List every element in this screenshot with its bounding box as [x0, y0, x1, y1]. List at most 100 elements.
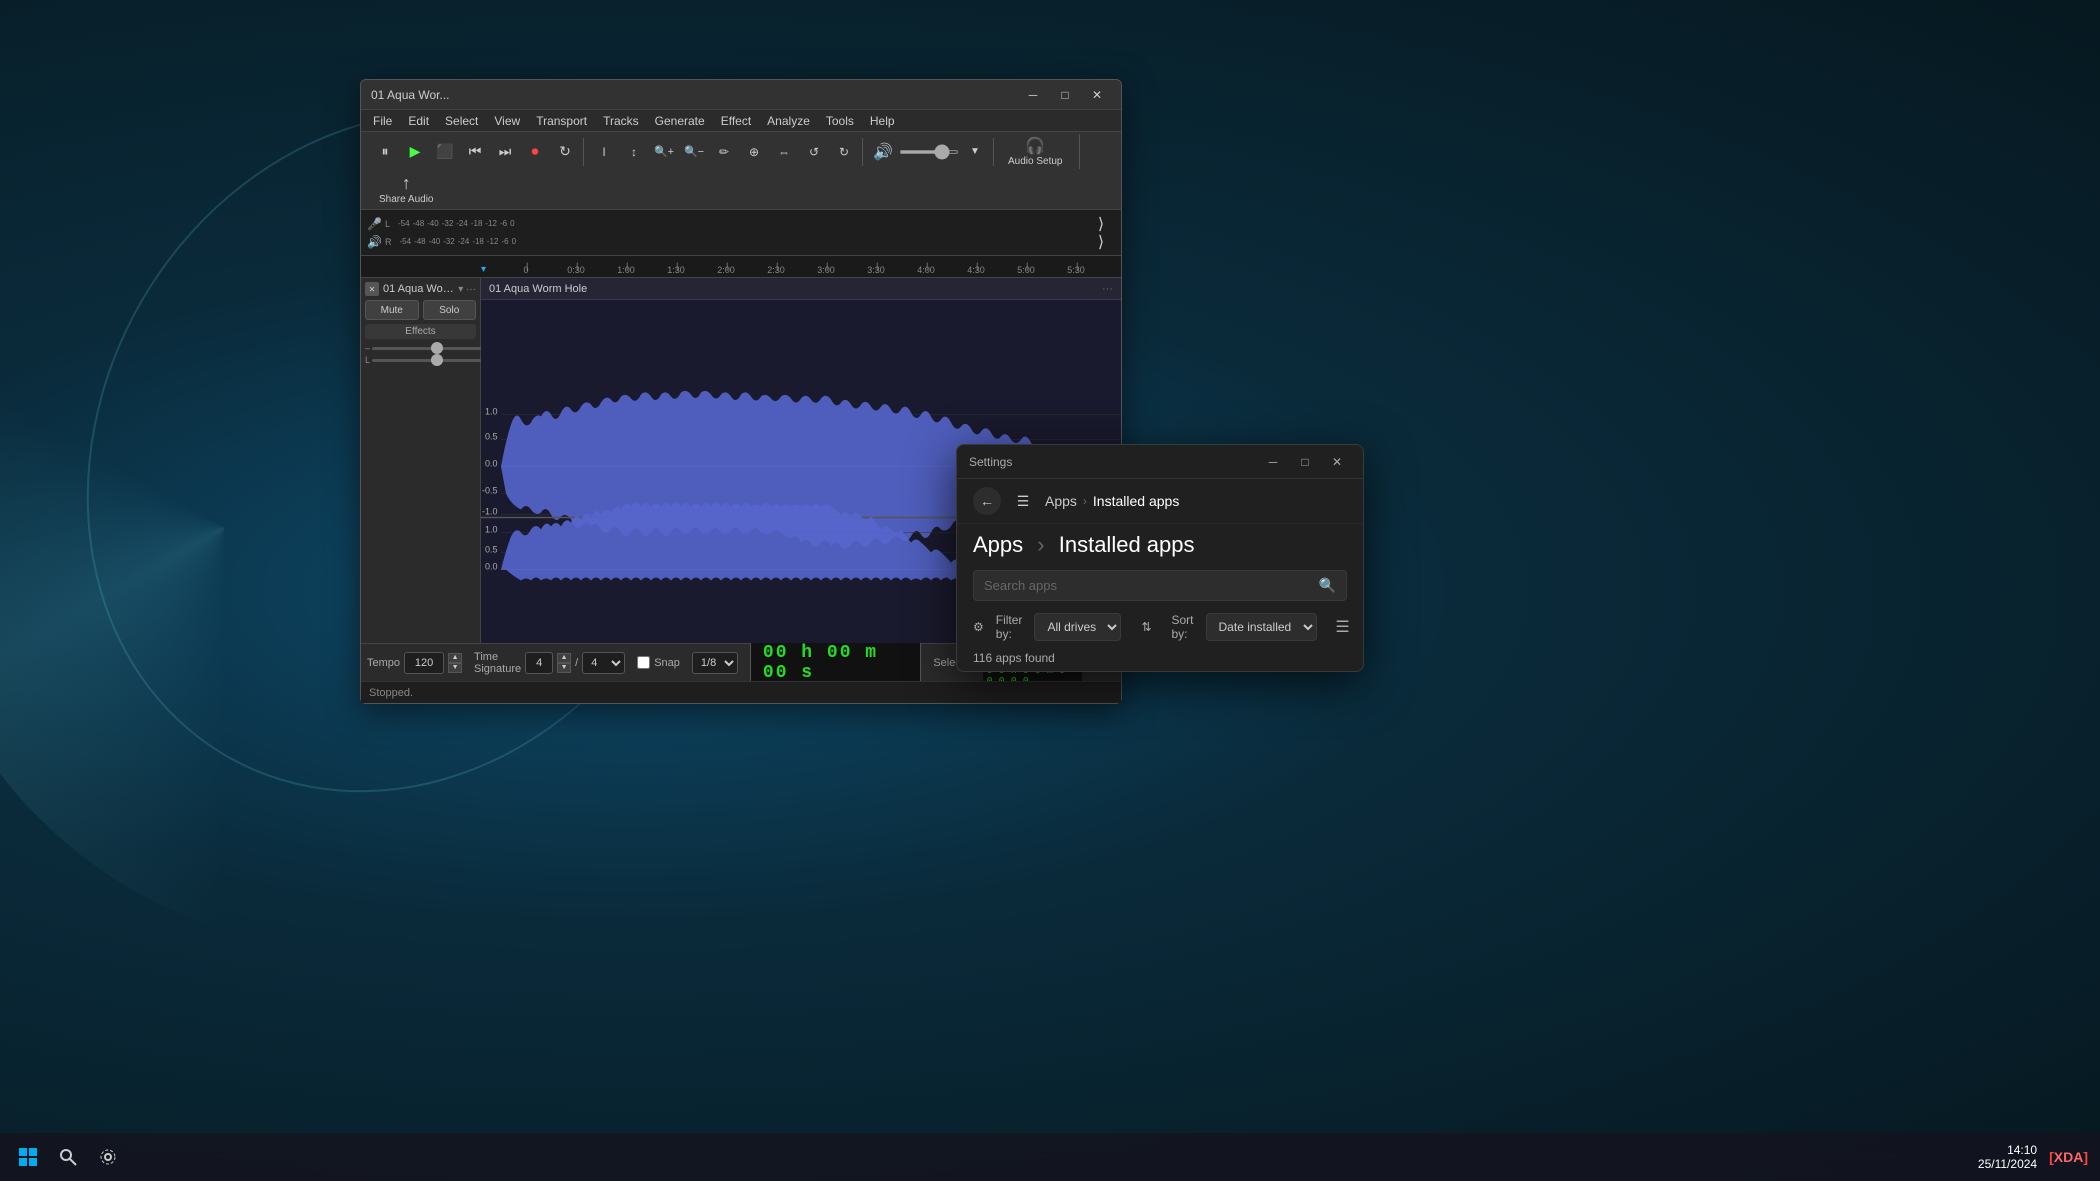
settings-page-title: Apps › Installed apps	[973, 532, 1347, 558]
menu-file[interactable]: File	[365, 112, 400, 130]
track-header: ✕ 01 Aqua Wor... ▾ ···	[365, 282, 476, 296]
window-controls: ─ □ ✕	[1019, 85, 1111, 105]
gain-label: –	[365, 343, 370, 353]
search-input[interactable]	[984, 578, 1319, 593]
breadcrumb-parent[interactable]: Apps	[1045, 493, 1077, 509]
mute-button[interactable]: Mute	[365, 300, 419, 320]
tools-group: I ↕ 🔍+ 🔍− ✏ ⊕ ⇔ ↺ ↻	[586, 138, 863, 166]
output-meter-button[interactable]: ⟩	[1087, 228, 1115, 256]
tempo-up-button[interactable]: ▲	[448, 653, 462, 663]
input-meter-row: 🎤 L -54 -48 -40 -32 -24 -18 -12 -6 0 ⟩	[367, 215, 1115, 233]
snap-checkbox[interactable]	[637, 656, 650, 669]
volume-group: 🔊 ▼	[865, 138, 994, 166]
menu-edit[interactable]: Edit	[400, 112, 437, 130]
fit-tool[interactable]: ⇔	[770, 138, 798, 166]
snap-group: Snap	[637, 656, 680, 669]
menu-view[interactable]: View	[486, 112, 528, 130]
status-text: Stopped.	[369, 687, 413, 699]
timeline-ruler: ▾ 0 0:30 1:00 1:30 2:00 2:30 3:00 3:30 4…	[361, 256, 1121, 278]
envelope-tool[interactable]: ↕	[620, 138, 648, 166]
time-sig-num-stepper: ▲ ▼	[557, 653, 571, 673]
settings-close-button[interactable]: ✕	[1323, 452, 1351, 472]
zoom-in-tool[interactable]: 🔍+	[650, 138, 678, 166]
draw-tool[interactable]: ✏	[710, 138, 738, 166]
settings-maximize-button[interactable]: □	[1291, 452, 1319, 472]
multi-tool[interactable]: ⊕	[740, 138, 768, 166]
selection-tool[interactable]: I	[590, 138, 618, 166]
pause-button[interactable]: ⏸	[371, 138, 399, 166]
sort-by-label: Sort by:	[1172, 613, 1194, 641]
time-display: 00 h 00 m 00 s	[750, 640, 921, 686]
menu-generate[interactable]: Generate	[647, 112, 713, 130]
tick-230: 2:30	[751, 265, 801, 275]
tick-200: 2:00	[701, 265, 751, 275]
menu-tools[interactable]: Tools	[818, 112, 862, 130]
svg-text:-1.0: -1.0	[482, 507, 498, 517]
menu-analyze[interactable]: Analyze	[759, 112, 818, 130]
search-button[interactable]	[52, 1141, 84, 1173]
tempo-label: Tempo	[367, 657, 400, 669]
zoom-out-tool[interactable]: 🔍−	[680, 138, 708, 166]
prev-button[interactable]: ⏮	[461, 138, 489, 166]
share-audio-label: Share Audio	[379, 194, 434, 205]
time-sig-label: Time Signature	[474, 651, 521, 675]
apps-count: 116 apps found	[973, 651, 1347, 665]
svg-text:0.0: 0.0	[485, 459, 498, 469]
output-meter-row: 🔊 R -54 -48 -40 -32 -24 -18 -12 -6 0 ⟩	[367, 233, 1115, 251]
menu-select[interactable]: Select	[437, 112, 486, 130]
time-sig-num-up[interactable]: ▲	[557, 653, 571, 663]
drive-filter-select[interactable]: All drives C: D:	[1034, 613, 1121, 641]
sort-select[interactable]: Date installed Name Size	[1206, 613, 1317, 641]
filter-by-label: Filter by:	[996, 613, 1023, 641]
solo-button[interactable]: Solo	[423, 300, 477, 320]
back-button[interactable]: ←	[973, 487, 1001, 515]
undo-tool[interactable]: ↺	[800, 138, 828, 166]
volume-dropdown[interactable]: ▼	[961, 138, 989, 166]
play-button[interactable]: ▶	[401, 138, 429, 166]
sort-by-icon: ⇅	[1141, 620, 1151, 634]
time-sig-den-select[interactable]: 4 8 16	[582, 652, 625, 674]
track-panel: ✕ 01 Aqua Wor... ▾ ··· Mute Solo Effects…	[361, 278, 481, 643]
track-header-menu[interactable]: ···	[1102, 283, 1113, 295]
next-button[interactable]: ⏭	[491, 138, 519, 166]
share-audio-button[interactable]: ↑ Share Audio	[371, 171, 442, 207]
audio-setup-button[interactable]: 🎧 Audio Setup	[1000, 134, 1071, 169]
time-sig-num-down[interactable]: ▼	[557, 663, 571, 673]
taskbar-date-text: 25/11/2024	[1978, 1157, 2037, 1171]
tempo-input[interactable]: 120	[404, 652, 444, 674]
volume-slider[interactable]	[899, 150, 959, 154]
menu-transport[interactable]: Transport	[528, 112, 595, 130]
menu-help[interactable]: Help	[862, 112, 903, 130]
mic-icon: 🎤	[367, 217, 381, 231]
svg-text:0.5: 0.5	[485, 432, 498, 442]
taskbar-datetime: 14:10 25/11/2024	[1978, 1143, 2037, 1171]
record-button[interactable]: ⏺	[521, 138, 549, 166]
grid-view-button[interactable]: ⊞	[1361, 613, 1363, 641]
loop-button[interactable]: ↻	[551, 138, 579, 166]
effects-button[interactable]: Effects	[365, 324, 476, 339]
settings-window: Settings ─ □ ✕ ← ☰ Apps › Installed apps…	[956, 444, 1364, 672]
track-close-button[interactable]: ✕	[365, 282, 379, 296]
track-menu-button[interactable]: ▾ ···	[458, 284, 476, 295]
minimize-button[interactable]: ─	[1019, 85, 1047, 105]
hamburger-menu-button[interactable]: ☰	[1009, 487, 1037, 515]
time-sig-num-input[interactable]	[525, 652, 553, 674]
settings-win-controls: ─ □ ✕	[1259, 452, 1351, 472]
settings-minimize-button[interactable]: ─	[1259, 452, 1287, 472]
list-view-button[interactable]: ☰	[1329, 613, 1357, 641]
audacity-titlebar: 01 Aqua Wor... ─ □ ✕	[361, 80, 1121, 110]
search-icon	[59, 1148, 77, 1166]
menu-tracks[interactable]: Tracks	[595, 112, 647, 130]
menu-effect[interactable]: Effect	[713, 112, 759, 130]
close-button[interactable]: ✕	[1083, 85, 1111, 105]
redo-tool[interactable]: ↻	[830, 138, 858, 166]
pan-row: L R	[365, 355, 476, 365]
status-bar: Stopped.	[361, 681, 1121, 703]
menu-bar: File Edit Select View Transport Tracks G…	[361, 110, 1121, 132]
tempo-down-button[interactable]: ▼	[448, 663, 462, 673]
start-button[interactable]	[12, 1141, 44, 1173]
snap-fraction-select[interactable]: 1/8 1/4 1/2 1	[692, 652, 738, 674]
stop-button[interactable]: ⬛	[431, 138, 459, 166]
settings-taskbar-button[interactable]	[92, 1141, 124, 1173]
maximize-button[interactable]: □	[1051, 85, 1079, 105]
